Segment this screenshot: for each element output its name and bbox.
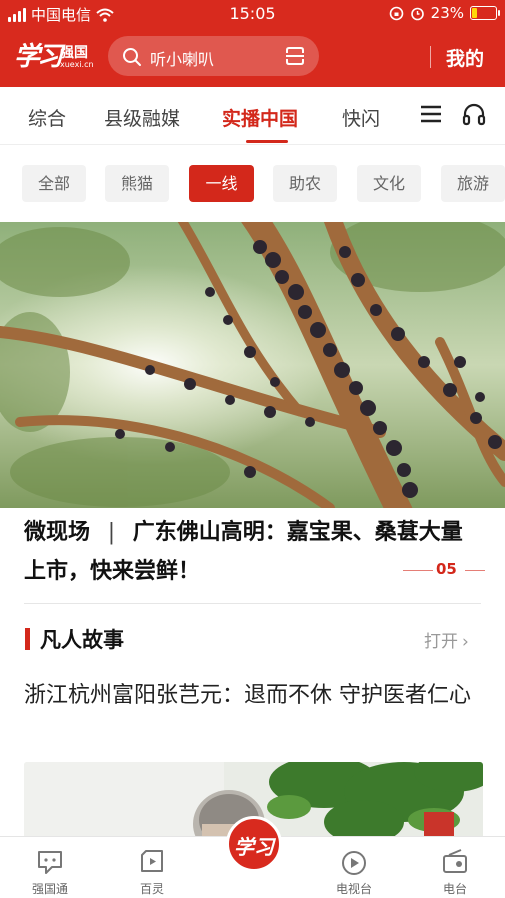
chip-agriculture[interactable]: 助农 xyxy=(273,165,337,202)
tab-flash[interactable]: 快闪 xyxy=(342,104,380,131)
content-divider xyxy=(24,603,481,604)
carousel-pager: 05 xyxy=(403,560,485,580)
nav-xuexitong[interactable]: 强国通 xyxy=(0,837,100,898)
pager-number: 05 xyxy=(436,560,457,578)
play-circle-icon xyxy=(342,851,366,875)
logo-name: 强国 xyxy=(60,45,88,61)
app-logo[interactable]: 学习 强国 xuexi.cn xyxy=(14,36,96,74)
home-logo-icon[interactable]: 学习 xyxy=(226,816,282,872)
tab-live-china[interactable]: 实播中国 xyxy=(222,104,298,131)
battery-level-fill xyxy=(472,8,477,18)
hero-title-main: 广东佛山高明：嘉宝果、桑葚大量上市，快来尝鲜！ xyxy=(24,519,463,584)
section-title: 凡人故事 xyxy=(40,627,124,652)
battery-percent: 23% xyxy=(430,4,464,22)
chevron-right-icon: › xyxy=(462,632,469,652)
hero-image[interactable] xyxy=(0,222,505,508)
short-video-icon xyxy=(141,850,163,872)
search-bar[interactable]: 听小喇叭 xyxy=(108,36,319,76)
chat-icon xyxy=(38,851,62,874)
scan-icon[interactable] xyxy=(285,47,305,65)
chip-all[interactable]: 全部 xyxy=(22,165,86,202)
category-chips: 全部 熊猫 一线 助农 文化 旅游 xyxy=(0,145,505,222)
nav-tv[interactable]: 电视台 xyxy=(304,837,404,898)
chip-travel[interactable]: 旅游 xyxy=(441,165,505,202)
hero-title-prefix: 微现场 xyxy=(24,519,91,545)
headset-icon[interactable] xyxy=(462,102,486,126)
app-header: 中国电信 15:05 23% 学习 强国 xuexi.cn 听小喇叭 我的 xyxy=(0,0,505,87)
hero-title-separator: | xyxy=(107,520,116,545)
search-placeholder: 听小喇叭 xyxy=(150,50,215,69)
nav-bailing[interactable]: 百灵 xyxy=(102,837,202,898)
section-accent-bar xyxy=(25,628,30,650)
battery-charging-icon xyxy=(470,6,500,20)
alarm-icon xyxy=(410,7,424,20)
radio-icon xyxy=(443,849,467,873)
screen-lock-icon xyxy=(389,6,403,20)
section-open-link[interactable]: 打开 › xyxy=(424,627,469,652)
tab-county-media[interactable]: 县级融媒 xyxy=(104,104,180,131)
nav-label: 强国通 xyxy=(31,882,68,896)
status-bar: 中国电信 15:05 23% xyxy=(0,0,505,28)
chip-panda[interactable]: 熊猫 xyxy=(105,165,169,202)
section-open-label: 打开 xyxy=(424,632,458,652)
chip-frontline[interactable]: 一线 xyxy=(189,165,254,202)
search-icon xyxy=(123,48,141,66)
nav-label: 百灵 xyxy=(139,882,164,896)
nav-label: 电视台 xyxy=(335,882,372,896)
nav-label: 电台 xyxy=(442,882,467,896)
active-tab-indicator xyxy=(246,140,288,143)
tab-zonghe[interactable]: 综合 xyxy=(28,104,66,131)
header-divider xyxy=(430,46,431,68)
menu-icon[interactable] xyxy=(420,104,442,124)
nav-radio[interactable]: 电台 xyxy=(405,837,505,898)
logo-domain: xuexi.cn xyxy=(60,60,94,69)
mine-button[interactable]: 我的 xyxy=(446,44,484,71)
pager-line-left xyxy=(403,570,433,571)
story-title[interactable]: 浙江杭州富阳张芑元：退而不休 守护医者仁心 xyxy=(24,676,484,715)
pager-line-right xyxy=(465,570,485,571)
logo-glyph: 学习 xyxy=(14,42,63,72)
chip-culture[interactable]: 文化 xyxy=(357,165,421,202)
